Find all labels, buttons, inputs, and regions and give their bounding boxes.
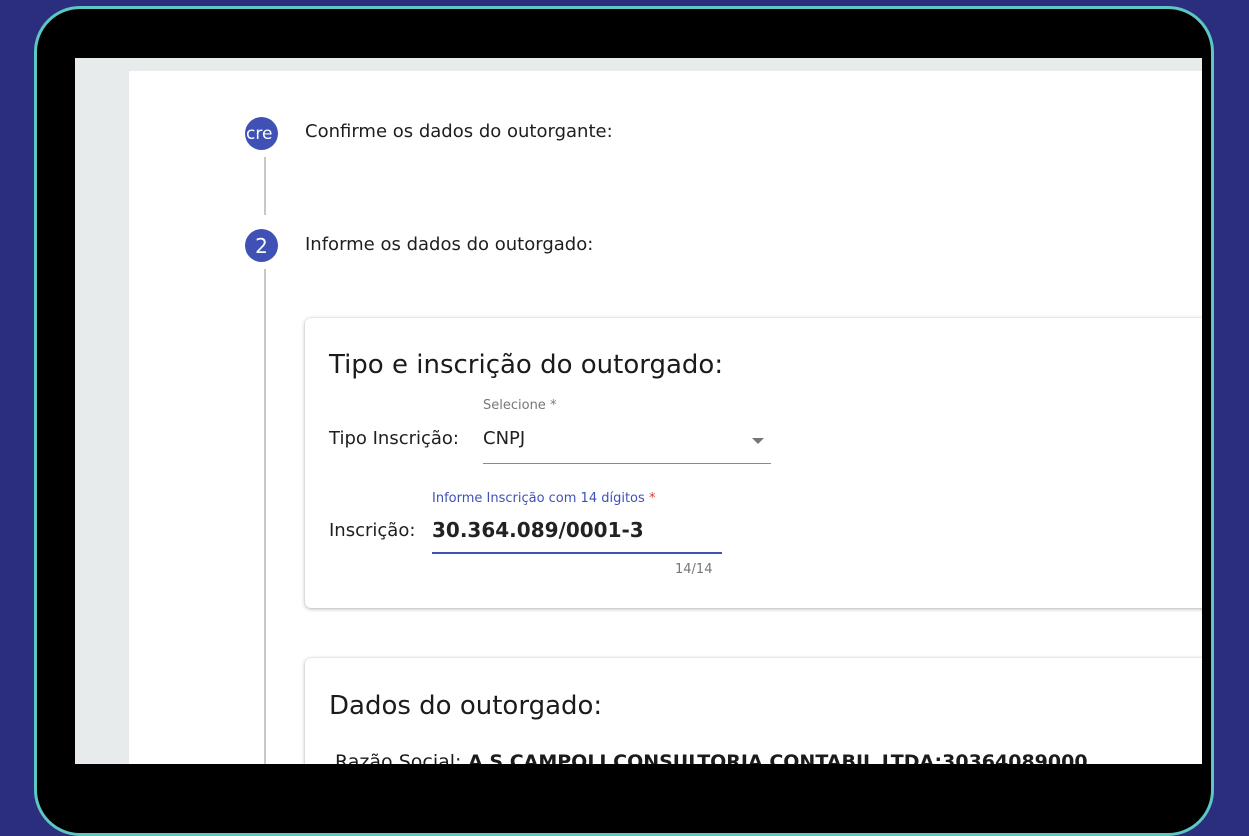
tipo-inscricao-label: Tipo Inscrição: <box>329 428 459 449</box>
step-1-title[interactable]: Confirme os dados do outorgante: <box>305 121 613 142</box>
razao-social-row: Razão Social: A S CAMPOLI CONSULTORIA CO… <box>335 751 1088 764</box>
step-1-badge: cre <box>245 117 278 150</box>
dados-outorgado-card: Dados do outorgado: Razão Social: A S CA… <box>305 658 1202 764</box>
inscricao-input-underline <box>432 552 722 554</box>
step-2-badge: 2 <box>245 229 278 262</box>
inscricao-label: Inscrição: <box>329 520 416 541</box>
chevron-down-icon[interactable] <box>752 438 764 444</box>
inscricao-float-label: Informe Inscrição com 14 dígitos * <box>432 491 656 506</box>
char-counter: 14/14 <box>675 562 713 577</box>
page-content: cre Confirme os dados do outorgante: 2 I… <box>129 71 1202 764</box>
step-connector <box>264 157 266 215</box>
tipo-inscricao-card: Tipo e inscrição do outorgado: Selecione… <box>305 318 1202 608</box>
tipo-float-label: Selecione * <box>483 398 557 413</box>
card-title: Dados do outorgado: <box>329 691 603 721</box>
card-title: Tipo e inscrição do outorgado: <box>329 350 724 380</box>
step-2-title[interactable]: Informe os dados do outorgado: <box>305 234 593 255</box>
step-2-content-line <box>264 269 266 764</box>
inscricao-input[interactable]: 30.364.089/0001-3 <box>432 518 696 542</box>
screen: cre Confirme os dados do outorgante: 2 I… <box>75 58 1202 764</box>
tipo-inscricao-select[interactable] <box>483 463 771 464</box>
tipo-inscricao-value[interactable]: CNPJ <box>483 428 525 449</box>
